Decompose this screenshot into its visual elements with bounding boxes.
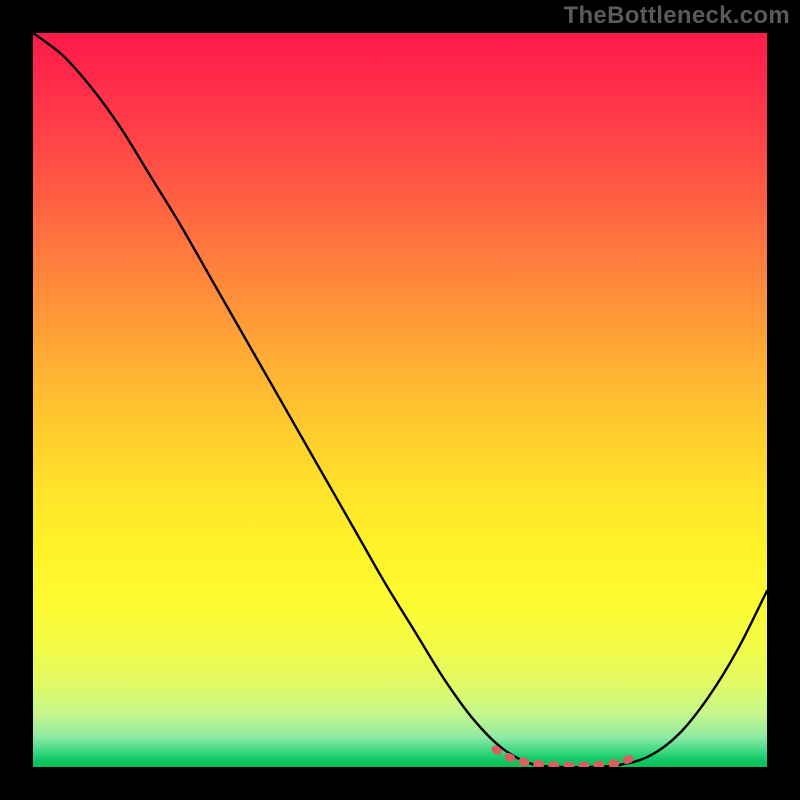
chart-container: TheBottleneck.com (0, 0, 800, 800)
bottleneck-curve (33, 33, 767, 767)
chart-svg (33, 33, 767, 767)
watermark-text: TheBottleneck.com (564, 2, 790, 30)
plot-area (33, 33, 767, 767)
